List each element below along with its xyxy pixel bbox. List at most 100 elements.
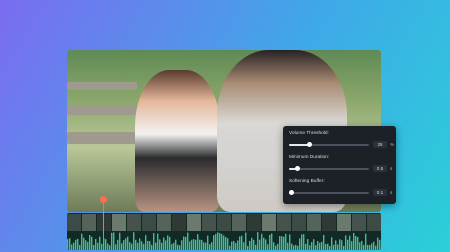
slider-knob[interactable] [295,166,300,171]
waveform-bar [195,239,197,250]
waveform-bar [295,244,297,250]
waveform-bar [239,236,241,250]
waveform-bar [301,234,303,250]
waveform-bar [133,232,135,250]
volume-threshold-slider[interactable] [289,142,369,147]
waveform-bar [161,242,163,250]
waveform-bar [349,235,351,250]
minimum-duration-label: Minimum Duration: [289,155,330,160]
waveform-bar [137,242,139,250]
waveform-bar [257,232,259,250]
clip-thumbnail [277,214,291,231]
waveform-bar [215,233,217,250]
clip-thumbnail [232,214,246,231]
softening-buffer-unit: s [390,190,393,195]
minimum-duration-row: Minimum Duration: 0.5 s [289,154,392,178]
waveform-bar [245,232,247,250]
waveform-bar [319,242,321,250]
waveform-bar [303,234,305,250]
waveform-bar [71,244,73,250]
waveform-bar [181,240,183,250]
waveform-bar [217,232,219,250]
waveform-bar [227,238,229,250]
waveform-bar [293,245,295,250]
waveform-bar [213,235,215,250]
softening-buffer-slider[interactable] [289,190,369,195]
waveform-bar [85,240,87,250]
waveform-bar [309,245,311,250]
silence-detection-panel: Volume Threshold: 25 % Minimum Duration:… [283,126,396,204]
waveform-bar [367,244,369,250]
waveform-bar [339,239,341,250]
softening-buffer-label: Softening Buffer: [289,179,325,184]
waveform-bar [179,245,181,250]
minimum-duration-slider[interactable] [289,166,369,171]
volume-threshold-value[interactable]: 25 [373,141,387,148]
preview-person-left [135,70,220,212]
waveform-bar [361,240,363,250]
slider-knob[interactable] [307,142,312,147]
waveform-bar [131,243,133,250]
waveform-bar [321,241,323,250]
slider-knob[interactable] [289,190,294,195]
clip-thumbnail [217,214,231,231]
waveform-bar [279,236,281,250]
slider-fill [289,144,309,146]
waveform-bar [343,245,345,250]
waveform-bar [223,235,225,250]
playhead-line[interactable] [103,198,104,252]
waveform-bar [183,236,185,250]
waveform-bar [187,232,189,250]
waveform-bar [81,233,83,250]
waveform-bar [97,242,99,250]
waveform-bar [375,245,377,250]
clip-thumbnail [127,214,141,231]
waveform-bar [333,244,335,250]
waveform-bar [251,237,253,250]
waveform-bar [105,239,107,250]
waveform-bar [363,244,365,250]
waveform-bar [123,240,125,250]
waveform-bar [111,232,113,250]
clip-thumbnail [97,214,111,231]
waveform-bar [205,242,207,250]
waveform-bar [189,241,191,250]
waveform-bar [359,242,361,250]
page: { "panel": { "rows": [ { "label": "Volum… [0,0,450,252]
waveform-bar [83,237,85,250]
clip-thumbnail [367,214,381,231]
waveform-bar [149,241,151,250]
waveform-bar [247,245,249,250]
waveform-bar [169,236,171,250]
waveform-bar [233,240,235,250]
waveform-bar [373,241,375,250]
waveform-bar [255,244,257,250]
waveform-bar [127,236,129,250]
waveform-bar [289,234,291,250]
waveform-bar [249,240,251,250]
clip-thumbnail [307,214,321,231]
waveform-bar [173,242,175,250]
waveform-bar [369,245,371,250]
softening-buffer-value[interactable]: 0.1 [373,189,387,196]
minimum-duration-value[interactable]: 0.5 [373,165,387,172]
timeline-track[interactable] [67,213,381,250]
waveform-bar [347,239,349,250]
clip-thumbnail [187,214,201,231]
waveform-bar [177,244,179,250]
waveform-bar [265,239,267,250]
waveform-bar [163,237,165,250]
waveform-bar [355,235,357,250]
waveform-bar [365,233,367,250]
waveform-bar [271,233,273,250]
waveform-bar [229,245,231,250]
waveform-bar [225,237,227,250]
waveform-bar [99,236,101,250]
playhead-marker-icon[interactable] [100,196,107,203]
waveform-bar [197,234,199,250]
waveform-bar [327,243,329,250]
waveform-bar [263,237,265,250]
waveform-bar [89,235,91,250]
waveform-bar [121,243,123,250]
waveform-bar [119,232,121,250]
